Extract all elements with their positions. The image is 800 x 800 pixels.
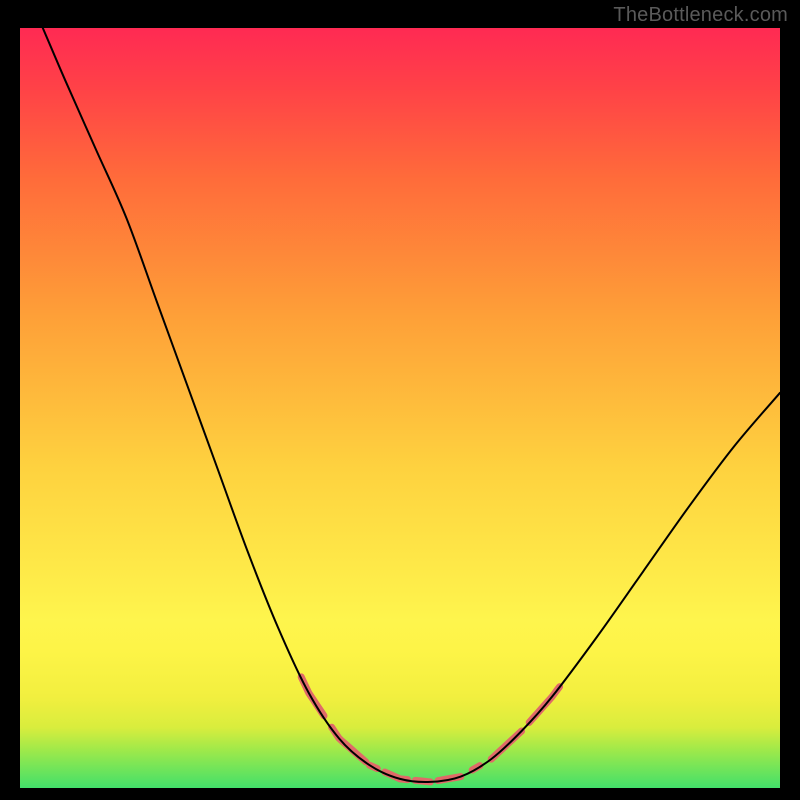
chart-stage: TheBottleneck.com [0,0,800,800]
plot-area [20,28,780,788]
chart-svg [20,28,780,788]
gradient-background [20,28,780,788]
watermark-text: TheBottleneck.com [613,4,788,27]
